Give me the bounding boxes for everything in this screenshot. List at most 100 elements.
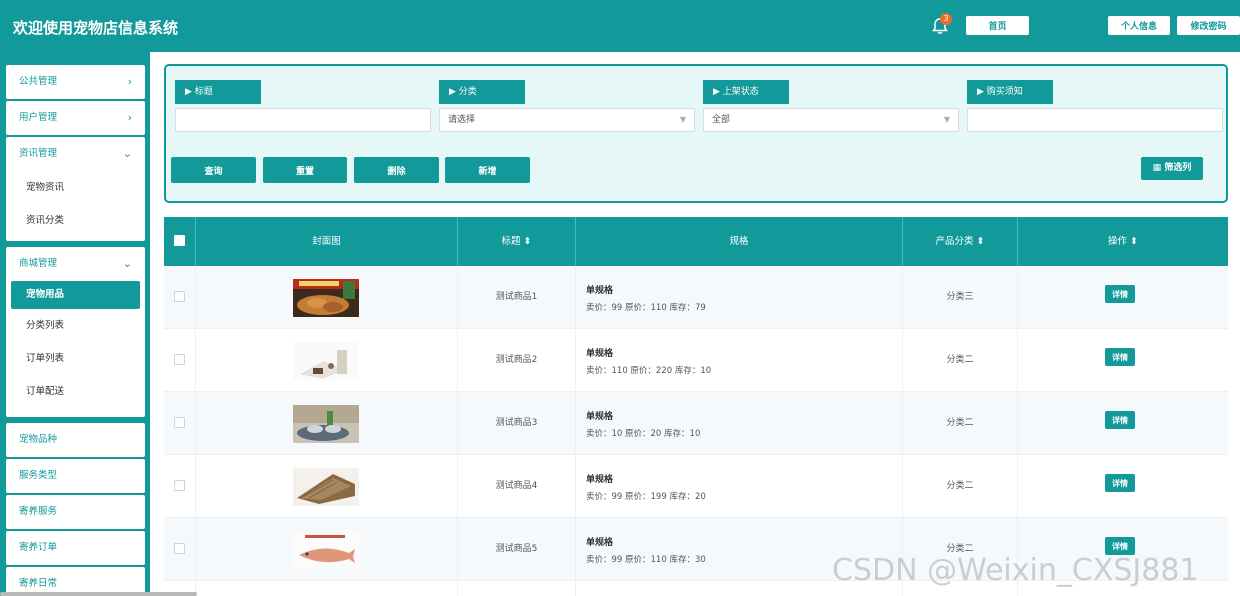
row-checkbox[interactable]: [174, 480, 185, 491]
product-table: 封面图 标题 ⬍ 规格 产品分类 ⬍ 操作 ⬍ 测试商品1 单规格 卖价：99 …: [164, 217, 1228, 596]
sidebar-item-label: 宠物品种: [19, 434, 58, 445]
sidebar-item-pet-breed[interactable]: 宠物品种: [6, 423, 145, 457]
sidebar-item-shop[interactable]: 商城管理 ⌄: [6, 247, 145, 281]
header-category[interactable]: 产品分类 ⬍: [903, 217, 1018, 266]
columns-icon: ▦: [1152, 163, 1162, 173]
table-row: 测试商品1 单规格 卖价：99 原价：110 库存：79 分类三 详情: [164, 266, 1228, 329]
product-image[interactable]: [293, 279, 359, 317]
row-checkbox[interactable]: [174, 291, 185, 302]
table-header: 封面图 标题 ⬍ 规格 产品分类 ⬍ 操作 ⬍: [164, 217, 1228, 266]
notice-input[interactable]: [967, 108, 1223, 132]
ops-cell: 详情: [1018, 455, 1228, 518]
select-all-cell: [164, 217, 196, 266]
sidebar-item-label: 公共管理: [19, 76, 58, 87]
category-cell: 分类二: [903, 329, 1018, 392]
title-cell: 测试商品1: [458, 266, 576, 329]
sidebar-item-service-type[interactable]: 服务类型: [6, 459, 145, 493]
header-title-label: 标题: [501, 236, 521, 247]
sidebar-item-boarding-service[interactable]: 寄养服务: [6, 495, 145, 529]
filter-columns-label: 筛选列: [1164, 163, 1192, 173]
add-button[interactable]: 新增: [445, 157, 530, 183]
profile-button[interactable]: 个人信息: [1108, 16, 1170, 35]
category-cell: 分类二: [903, 392, 1018, 455]
ops-cell: 详情: [1018, 266, 1228, 329]
detail-button[interactable]: 详情: [1105, 474, 1135, 492]
spec-info: 卖价：99 原价：110 库存：30: [586, 555, 706, 565]
header-ops-label: 操作: [1107, 236, 1127, 247]
ops-cell: 详情: [1018, 329, 1228, 392]
detail-button[interactable]: 详情: [1105, 348, 1135, 366]
detail-button[interactable]: 详情: [1105, 285, 1135, 303]
product-image[interactable]: [293, 342, 359, 380]
spec-cell: 单规格 卖价：99 原价：199 库存：20: [576, 455, 903, 518]
spec-cell: 单规格 卖价：110 原价：220 库存：10: [576, 329, 903, 392]
detail-button[interactable]: 详情: [1105, 411, 1135, 429]
reset-button[interactable]: 重置: [263, 157, 347, 183]
change-password-button[interactable]: 修改密码: [1177, 16, 1240, 35]
sidebar-item-label: 资讯管理: [19, 148, 58, 159]
sort-icon[interactable]: ⬍: [977, 236, 985, 247]
category-cell: 分类三: [903, 266, 1018, 329]
sidebar-item-label: 用户管理: [19, 112, 58, 123]
spec-name: 单规格: [586, 475, 614, 485]
sidebar-item-boarding-order[interactable]: 寄养订单: [6, 531, 145, 565]
title-cell: 测试商品3: [458, 392, 576, 455]
spec-cell: 单规格 卖价：99 原价：110 库存：79: [576, 266, 903, 329]
product-image[interactable]: [293, 531, 359, 569]
cover-cell: [196, 392, 458, 455]
sort-icon[interactable]: ⬍: [1130, 236, 1138, 247]
product-image[interactable]: [293, 405, 359, 443]
horizontal-scrollbar[interactable]: [0, 592, 197, 596]
sidebar-subitem-pet-supplies[interactable]: 宠物用品: [11, 281, 140, 309]
caret-down-icon: ▼: [943, 115, 950, 124]
sort-icon[interactable]: ⬍: [524, 236, 532, 247]
table-row: 测试商品4 单规格 卖价：99 原价：199 库存：20 分类二 详情: [164, 455, 1228, 518]
sidebar-subitem-pet-news[interactable]: 宠物资讯: [6, 171, 145, 204]
top-bar: 欢迎使用宠物店信息系统 3 首页 个人信息 修改密码: [0, 0, 1240, 52]
spec-name: 单规格: [586, 349, 614, 359]
product-image[interactable]: [293, 468, 359, 506]
row-checkbox[interactable]: [174, 543, 185, 554]
spec-info: 卖价：99 原价：199 库存：20: [586, 492, 706, 502]
sidebar-subitem-news-category[interactable]: 资讯分类: [6, 204, 145, 237]
spec-name: 单规格: [586, 538, 614, 548]
status-select[interactable]: 全部 ▼: [703, 108, 959, 132]
sidebar-item-users[interactable]: 用户管理 ›: [6, 101, 145, 135]
spec-info: 卖价：10 原价：20 库存：10: [586, 429, 701, 439]
sidebar-subitem-order-delivery[interactable]: 订单配送: [6, 375, 145, 408]
chevron-down-icon: ⌄: [122, 147, 132, 160]
status-select-value: 全部: [712, 115, 731, 125]
header-title[interactable]: 标题 ⬍: [458, 217, 576, 266]
header-ops[interactable]: 操作 ⬍: [1018, 217, 1228, 266]
sidebar-item-label: 寄养订单: [19, 542, 58, 553]
sidebar-item-news[interactable]: 资讯管理 ⌄: [6, 137, 145, 171]
status-filter-label: ▶ 上架状态: [703, 80, 789, 104]
home-button[interactable]: 首页: [966, 16, 1029, 35]
category-select[interactable]: 请选择 ▼: [439, 108, 695, 132]
sidebar-item-label: 服务类型: [19, 470, 58, 481]
title-cell: 测试商品5: [458, 518, 576, 581]
title-cell: 测试商品4: [458, 455, 576, 518]
header-category-label: 产品分类: [935, 236, 974, 247]
filter-columns-button[interactable]: ▦ 筛选列: [1141, 157, 1203, 180]
notification-badge: 3: [940, 13, 952, 25]
sidebar-item-public[interactable]: 公共管理 ›: [6, 65, 145, 99]
chevron-down-icon: ⌄: [122, 257, 132, 270]
header-spec: 规格: [576, 217, 903, 266]
sidebar-subitem-category-list[interactable]: 分类列表: [6, 309, 145, 342]
row-checkbox[interactable]: [174, 417, 185, 428]
sidebar-item-label: 商城管理: [19, 258, 58, 269]
select-all-checkbox[interactable]: [174, 235, 185, 246]
table-row: 测试商品3 单规格 卖价：10 原价：20 库存：10 分类二 详情: [164, 392, 1228, 455]
chevron-right-icon: ›: [127, 111, 132, 124]
row-checkbox[interactable]: [174, 354, 185, 365]
cover-cell: [196, 266, 458, 329]
spec-name: 单规格: [586, 286, 614, 296]
title-input[interactable]: [175, 108, 431, 132]
sidebar: 公共管理 › 用户管理 › 资讯管理 ⌄ 宠物资讯 资讯分类 商城管理 ⌄ 宠物用品 分…: [0, 52, 150, 596]
delete-button[interactable]: 删除: [354, 157, 439, 183]
sidebar-subitem-order-list[interactable]: 订单列表: [6, 342, 145, 375]
query-button[interactable]: 查询: [171, 157, 256, 183]
spec-info: 卖价：110 原价：220 库存：10: [586, 366, 712, 376]
app-title: 欢迎使用宠物店信息系统: [13, 19, 179, 37]
